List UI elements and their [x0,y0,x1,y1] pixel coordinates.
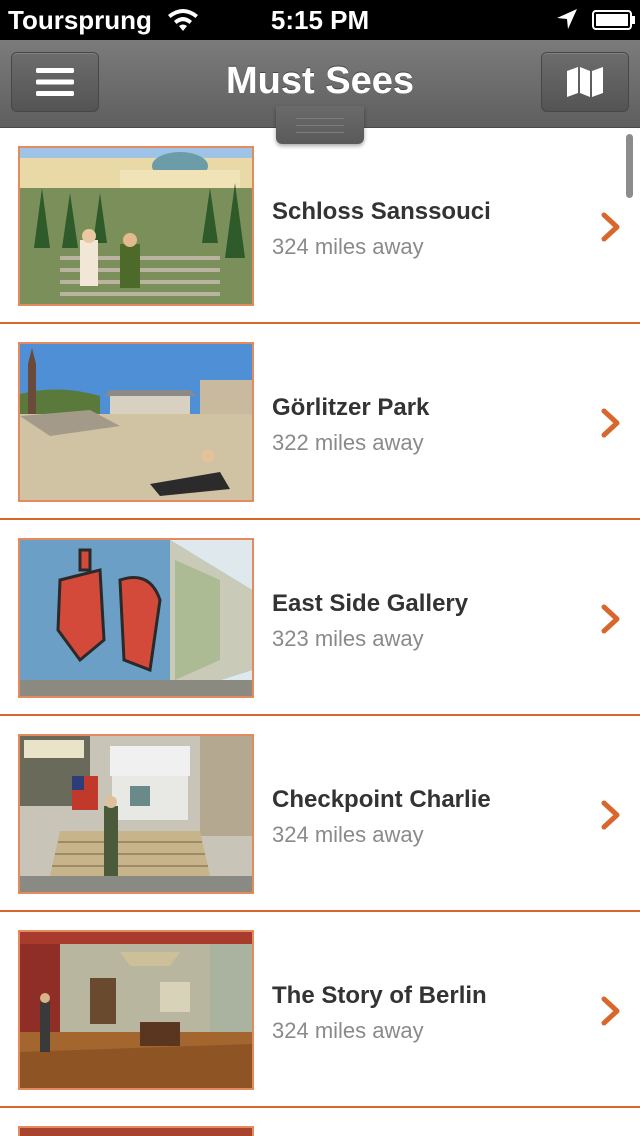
list-item-schloss-sanssouci[interactable]: Schloss Sanssouci 324 miles away [0,128,640,324]
grip-line [296,132,344,133]
location-arrow-icon [557,9,577,29]
sight-title: Schloss Sanssouci [272,198,491,225]
sight-distance: 324 miles away [272,234,424,259]
grip-line [296,125,344,126]
clock: 5:15 PM [270,5,370,35]
sight-title: The Story of Berlin [272,982,487,1009]
sight-thumbnail [18,930,254,1090]
list-item-east-side-gallery[interactable]: East Side Gallery 323 miles away [0,520,640,716]
map-icon [567,67,603,97]
sight-distance: 323 miles away [272,626,424,651]
status-bar: Toursprung 5:15 PM [0,0,640,40]
sight-title: Checkpoint Charlie [272,786,491,813]
map-button[interactable] [541,52,629,112]
sight-title: East Side Gallery [272,590,469,617]
pull-down-handle[interactable] [276,106,364,144]
list-item-goerlitzer-park[interactable]: Görlitzer Park 322 miles away [0,324,640,520]
chevron-right-icon [601,800,620,830]
scrollbar[interactable] [626,134,633,198]
list-item-the-story-of-berlin[interactable]: The Story of Berlin 324 miles away [0,912,640,1108]
battery-icon [592,10,635,30]
page-title: Must Sees [226,60,414,102]
sight-thumbnail [18,342,254,502]
list-item-partial[interactable] [0,1108,640,1136]
hamburger-menu-icon [36,68,74,96]
grip-line [296,118,344,119]
chevron-right-icon [601,996,620,1026]
sight-distance: 324 miles away [272,1018,424,1043]
sight-thumbnail [18,734,254,894]
sight-thumbnail [18,146,254,306]
chevron-right-icon [601,212,620,242]
menu-button[interactable] [11,52,99,112]
sight-thumbnail [18,538,254,698]
sight-thumbnail [18,1126,254,1136]
screen: Toursprung 5:15 PM Must Sees Schloss San… [0,0,640,1136]
sights-list: Schloss Sanssouci 324 miles away Görlitz… [0,128,640,1136]
sight-distance: 322 miles away [272,430,424,455]
list-item-checkpoint-charlie[interactable]: Checkpoint Charlie 324 miles away [0,716,640,912]
chevron-right-icon [601,408,620,438]
sight-title: Görlitzer Park [272,394,430,421]
chevron-right-icon [601,604,620,634]
sight-distance: 324 miles away [272,822,424,847]
